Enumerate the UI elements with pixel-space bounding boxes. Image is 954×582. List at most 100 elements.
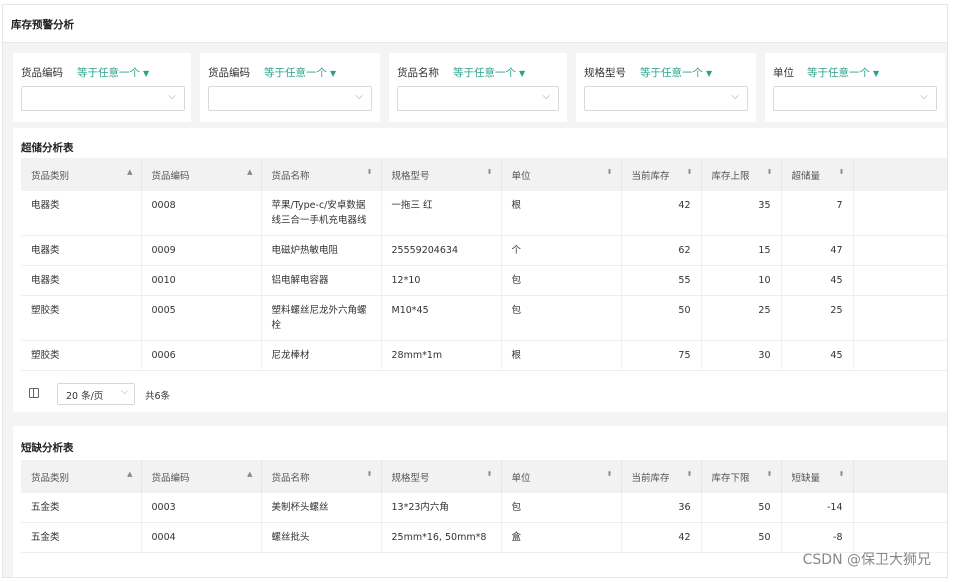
filter-value-select[interactable]: ⌵ xyxy=(773,86,937,111)
column-header[interactable]: 当前库存 ⬍ xyxy=(621,460,702,493)
page-size-select[interactable]: 20 条/页 ⌵ xyxy=(57,383,135,405)
column-header[interactable]: 超储量 ⬍ xyxy=(781,158,854,191)
chevron-down-icon: ⌵ xyxy=(542,91,550,102)
report-frame: 库存预警分析 货品编码 等于任意一个 ▼ ⌵ 货品编码 等于任意一个 ▼ ⌵ 货品名… xyxy=(2,4,948,578)
column-header[interactable]: 货品类别 ▲ xyxy=(21,460,142,493)
cell-spec: 13*23内六角 xyxy=(381,493,502,523)
column-header[interactable]: 单位 ⬍ xyxy=(501,158,622,191)
column-header[interactable]: 规格型号 ⬍ xyxy=(381,460,502,493)
filter-value-select[interactable]: ⌵ xyxy=(584,86,748,111)
filter-value-select[interactable]: ⌵ xyxy=(397,86,559,111)
sort-icon[interactable]: ⬍ xyxy=(839,470,845,478)
filter-card-code-2: 货品编码 等于任意一个 ▼ ⌵ xyxy=(200,53,380,122)
section-title: 超储分析表 xyxy=(21,142,74,154)
cell-empty xyxy=(853,235,947,266)
cell-upper-limit: 30 xyxy=(701,340,782,371)
cell-unit: 盒 xyxy=(501,522,622,553)
sort-icon[interactable]: ⬍ xyxy=(767,168,773,176)
column-header[interactable]: 单位 ⬍ xyxy=(501,460,622,493)
chevron-down-icon: ⌵ xyxy=(355,91,363,102)
caret-down-icon: ▼ xyxy=(873,69,880,78)
sort-icon[interactable]: ⬍ xyxy=(367,168,373,176)
filter-operator-dropdown[interactable]: 等于任意一个 ▼ xyxy=(264,65,336,80)
table-row: 塑胶类 0005 塑料螺丝尼龙外六角螺栓 M10*45 包 50 25 25 xyxy=(21,295,947,341)
sort-icon[interactable]: ⬍ xyxy=(839,168,845,176)
cell-code: 0009 xyxy=(141,235,262,266)
sort-icon[interactable]: ⬍ xyxy=(607,470,613,478)
column-header[interactable]: 规格型号 ⬍ xyxy=(381,158,502,191)
sort-icon[interactable]: ⬍ xyxy=(367,470,373,478)
table-row: 塑胶类 0006 尼龙棒材 28mm*1m 根 75 30 45 xyxy=(21,340,947,371)
cell-empty xyxy=(853,493,947,523)
cell-current-stock: 75 xyxy=(621,340,702,371)
cell-upper-limit: 10 xyxy=(701,265,782,296)
table-header-row: 货品类别 ▲ 货品编码 ▲ 货品名称 ⬍ 规格型号 ⬍ 单位 ⬍ 当前库存 ⬍ 库存下限 ⬍ … xyxy=(21,460,947,493)
sort-asc-icon[interactable]: ▲ xyxy=(247,470,252,478)
filter-value-select[interactable]: ⌵ xyxy=(21,86,185,111)
filter-operator-dropdown[interactable]: 等于任意一个 ▼ xyxy=(453,65,525,80)
table-row: 五金类 0004 螺丝批头 25mm*16, 50mm*8 盒 42 50 -8 xyxy=(21,522,947,553)
sort-asc-icon[interactable]: ▲ xyxy=(127,470,132,478)
cell-unit: 根 xyxy=(501,191,622,236)
filter-label: 货品编码 xyxy=(21,67,63,79)
chevron-down-icon: ⌵ xyxy=(168,91,176,102)
cell-overstock: 45 xyxy=(781,340,854,371)
filter-operator-dropdown[interactable]: 等于任意一个 ▼ xyxy=(640,65,712,80)
cell-spec: 25mm*16, 50mm*8 xyxy=(381,522,502,553)
cell-name: 尼龙棒材 xyxy=(261,340,382,371)
cell-overstock: 45 xyxy=(781,265,854,296)
cell-lower-limit: 50 xyxy=(701,493,782,523)
cell-name: 美制杯头螺丝 xyxy=(261,493,382,523)
table-header-row: 货品类别 ▲ 货品编码 ▲ 货品名称 ⬍ 规格型号 ⬍ 单位 ⬍ 当前库存 ⬍ 库存上限 ⬍ … xyxy=(21,158,947,191)
page-title: 库存预警分析 xyxy=(11,19,74,31)
column-header[interactable]: 货品编码 ▲ xyxy=(141,460,262,493)
shortage-table: 货品类别 ▲ 货品编码 ▲ 货品名称 ⬍ 规格型号 ⬍ 单位 ⬍ 当前库存 ⬍ 库存下限 ⬍ … xyxy=(21,460,947,553)
caret-down-icon: ▼ xyxy=(143,69,150,78)
sort-icon[interactable]: ⬍ xyxy=(607,168,613,176)
cell-unit: 个 xyxy=(501,235,622,266)
cell-code: 0006 xyxy=(141,340,262,371)
cell-empty xyxy=(853,522,947,553)
column-header[interactable]: 库存下限 ⬍ xyxy=(701,460,782,493)
column-header[interactable]: 货品类别 ▲ xyxy=(21,158,142,191)
filter-operator-dropdown[interactable]: 等于任意一个 ▼ xyxy=(807,65,879,80)
cell-code: 0005 xyxy=(141,295,262,341)
column-header[interactable]: 货品名称 ⬍ xyxy=(261,460,382,493)
sort-icon[interactable]: ⬍ xyxy=(767,470,773,478)
column-header[interactable]: 库存上限 ⬍ xyxy=(701,158,782,191)
sort-icon[interactable]: ⬍ xyxy=(487,168,493,176)
columns-icon[interactable] xyxy=(29,388,39,398)
sort-asc-icon[interactable]: ▲ xyxy=(247,168,252,176)
cell-empty xyxy=(853,295,947,341)
cell-spec: M10*45 xyxy=(381,295,502,341)
table-row: 电器类 0008 苹果/Type-c/安卓数据线三合一手机充电器线 一拖三 红 … xyxy=(21,191,947,236)
cell-spec: 12*10 xyxy=(381,265,502,296)
filter-label: 单位 xyxy=(773,67,794,79)
sort-icon[interactable]: ⬍ xyxy=(687,470,693,478)
sort-icon[interactable]: ⬍ xyxy=(487,470,493,478)
filter-card-code-1: 货品编码 等于任意一个 ▼ ⌵ xyxy=(13,53,191,122)
cell-name: 电磁炉热敏电阻 xyxy=(261,235,382,266)
column-header[interactable]: 货品编码 ▲ xyxy=(141,158,262,191)
section-title: 短缺分析表 xyxy=(21,442,74,454)
cell-category: 塑胶类 xyxy=(21,340,142,371)
cell-name: 塑料螺丝尼龙外六角螺栓 xyxy=(261,295,382,341)
caret-down-icon: ▼ xyxy=(330,69,337,78)
column-header[interactable]: 当前库存 ⬍ xyxy=(621,158,702,191)
sort-asc-icon[interactable]: ▲ xyxy=(127,168,132,176)
filter-operator-dropdown[interactable]: 等于任意一个 ▼ xyxy=(77,65,149,80)
cell-category: 电器类 xyxy=(21,235,142,266)
sort-icon[interactable]: ⬍ xyxy=(687,168,693,176)
table-row: 电器类 0010 铝电解电容器 12*10 包 55 10 45 xyxy=(21,265,947,296)
cell-shortage: -8 xyxy=(781,522,854,553)
cell-code: 0003 xyxy=(141,493,262,523)
column-header[interactable]: 货品名称 ⬍ xyxy=(261,158,382,191)
pagination: 20 条/页 ⌵ 共6条 xyxy=(21,380,321,408)
table-row: 五金类 0003 美制杯头螺丝 13*23内六角 包 36 50 -14 xyxy=(21,493,947,523)
column-header[interactable]: 短缺量 ⬍ xyxy=(781,460,854,493)
filter-value-select[interactable]: ⌵ xyxy=(208,86,372,111)
cell-code: 0004 xyxy=(141,522,262,553)
cell-spec: 25559204634 xyxy=(381,235,502,266)
cell-current-stock: 50 xyxy=(621,295,702,341)
cell-name: 铝电解电容器 xyxy=(261,265,382,296)
